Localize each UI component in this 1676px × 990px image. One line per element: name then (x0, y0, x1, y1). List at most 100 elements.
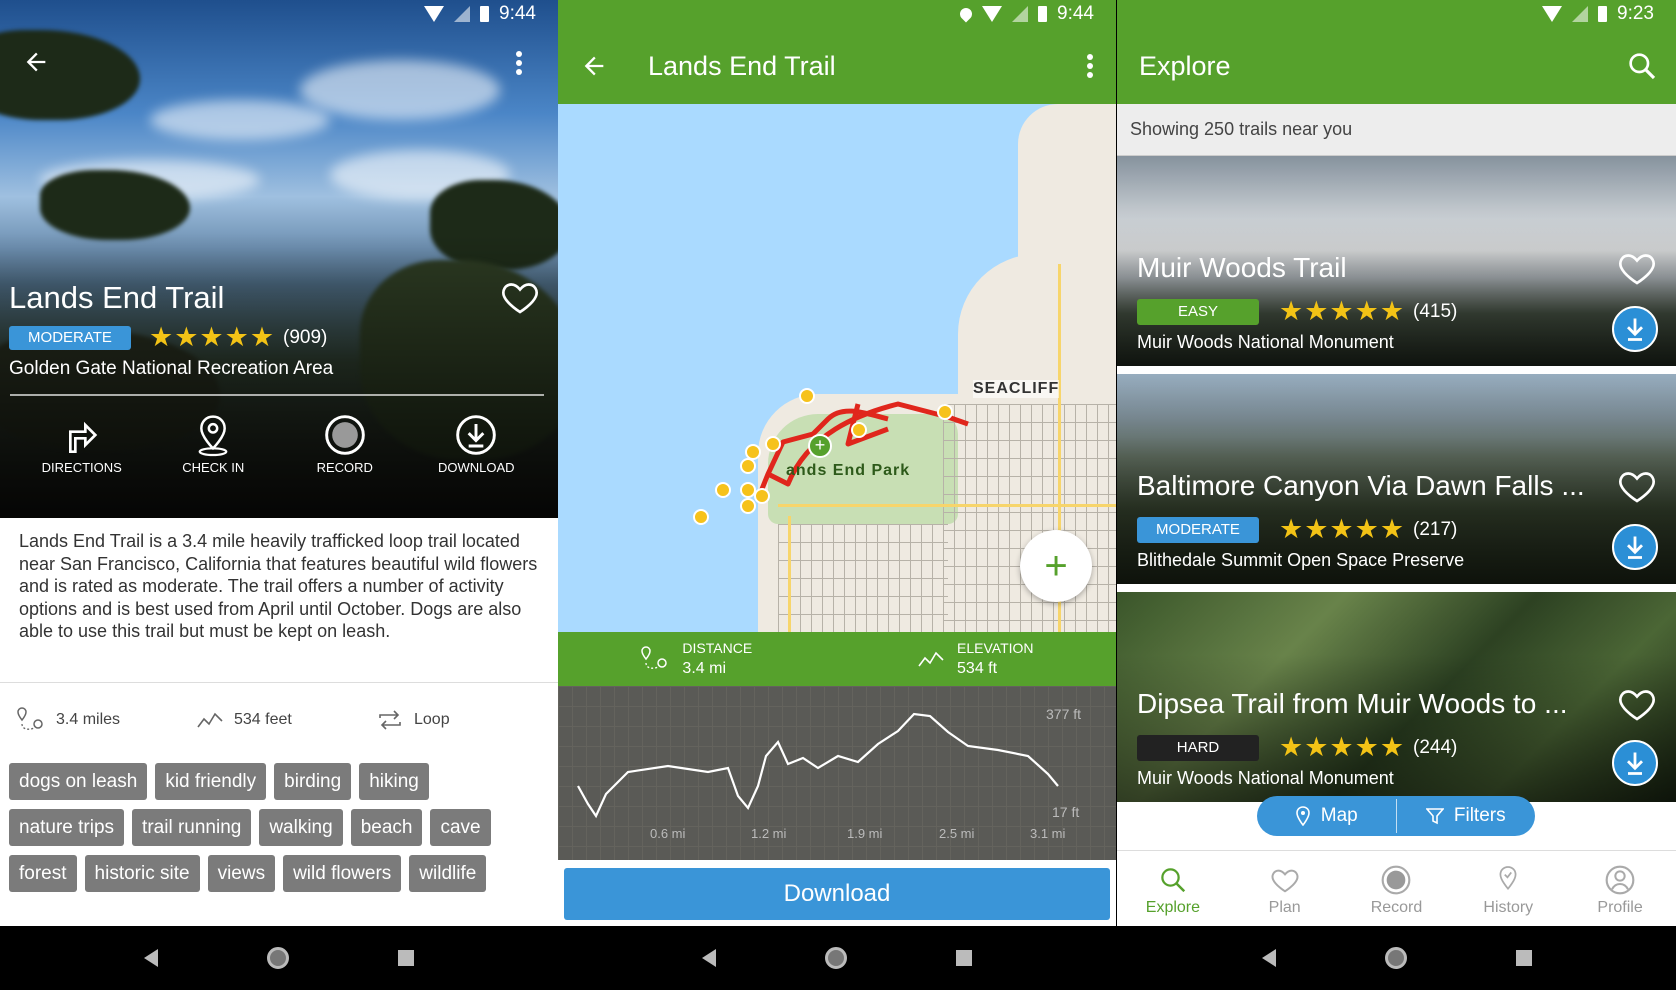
app-bar-title: Lands End Trail (648, 50, 836, 81)
nav-back-icon[interactable] (702, 949, 717, 967)
nav-tab-explore[interactable]: Explore (1123, 861, 1223, 917)
more-options-icon[interactable] (1086, 53, 1094, 79)
tag[interactable]: wild flowers (283, 855, 402, 892)
star-rating: ★★★★★ (1279, 514, 1406, 544)
trail-description: Lands End Trail is a 3.4 mile heavily tr… (19, 531, 538, 641)
check-in-button[interactable]: CHECK IN (158, 410, 268, 500)
nav-home-icon[interactable] (266, 947, 289, 969)
location-pin-icon (198, 415, 228, 457)
tag[interactable]: hiking (359, 763, 429, 800)
profile-x-tick: 2.5 mi (939, 826, 975, 841)
elevation-profile[interactable]: 377 ft 17 ft 0.6 mi 1.2 mi 1.9 mi 2.5 mi… (558, 686, 1116, 860)
back-arrow-icon[interactable] (22, 48, 50, 83)
favorite-heart-icon[interactable] (1616, 466, 1658, 506)
nav-tab-record[interactable]: Record (1346, 861, 1446, 917)
tag[interactable]: historic site (84, 855, 200, 892)
nav-tab-label: Explore (1145, 898, 1201, 916)
status-time: 9:44 (499, 3, 536, 24)
star-rating: ★★★★★ (149, 322, 276, 352)
tag[interactable]: kid friendly (155, 763, 267, 800)
directions-button[interactable]: DIRECTIONS (27, 410, 137, 500)
filters-button[interactable]: Filters (1397, 805, 1536, 827)
status-bar: 9:23 (1117, 0, 1676, 28)
tag[interactable]: wildlife (409, 855, 487, 892)
nav-back-icon[interactable] (1261, 949, 1276, 967)
trail-card[interactable]: Muir Woods Trail EASY ★★★★★ (415) Muir W… (1117, 156, 1676, 366)
favorite-heart-icon[interactable] (1616, 248, 1658, 288)
nav-tab-label: Plan (1268, 898, 1301, 916)
nav-back-icon[interactable] (144, 949, 159, 967)
profile-x-tick: 0.6 mi (650, 826, 686, 841)
star-rating: ★★★★★ (1279, 296, 1406, 326)
action-bar: DIRECTIONS CHECK IN RECORD DOWNLOAD (0, 410, 558, 500)
nav-tab-history[interactable]: History (1458, 861, 1558, 917)
nav-recents-icon[interactable] (955, 950, 972, 966)
wifi-icon (1542, 6, 1563, 22)
trailhead-marker-icon[interactable]: + (808, 434, 832, 458)
star-rating: ★★★★★ (1279, 732, 1406, 762)
zoom-in-button[interactable]: + (1020, 530, 1092, 602)
status-bar: 9:44 (558, 0, 1116, 28)
more-options-icon[interactable] (515, 50, 523, 83)
download-button[interactable]: Download (564, 868, 1110, 920)
nav-recents-icon[interactable] (397, 950, 414, 966)
nav-tab-plan[interactable]: Plan (1235, 861, 1335, 917)
map-filters-toggle: Map Filters (1257, 796, 1535, 836)
tag[interactable]: views (207, 855, 276, 892)
directions-icon (68, 421, 97, 453)
tag[interactable]: forest (9, 855, 77, 892)
distance-value: 3.4 miles (56, 711, 121, 728)
trail-card[interactable]: Dipsea Trail from Muir Woods to ... HARD… (1117, 592, 1676, 802)
distance-value: 3.4 mi (682, 660, 726, 677)
wifi-icon (982, 6, 1003, 22)
trail-name: Baltimore Canyon Via Dawn Falls ... (1137, 470, 1585, 501)
location-pin-icon (1499, 865, 1517, 890)
favorite-heart-icon[interactable] (1616, 684, 1658, 724)
download-button[interactable]: DOWNLOAD (421, 410, 531, 500)
review-count: (244) (1413, 736, 1458, 758)
record-icon (324, 415, 365, 455)
directions-label: DIRECTIONS (41, 460, 122, 475)
trail-card[interactable]: Baltimore Canyon Via Dawn Falls ... MODE… (1117, 374, 1676, 584)
review-count: (415) (1413, 300, 1458, 322)
rating-row: MODERATE ★★★★★ (909) (9, 322, 327, 353)
app-bar-title: Explore (1139, 50, 1231, 81)
tag[interactable]: walking (259, 809, 343, 846)
map-pin-icon (1295, 806, 1310, 826)
nav-tab-profile[interactable]: Profile (1570, 861, 1670, 917)
wifi-icon (424, 6, 445, 22)
search-icon[interactable] (1626, 50, 1658, 82)
tag[interactable]: trail running (132, 809, 252, 846)
tag[interactable]: cave (430, 809, 491, 846)
filters-button-label: Filters (1453, 805, 1506, 826)
tag[interactable]: dogs on leash (9, 763, 148, 800)
tag[interactable]: birding (274, 763, 352, 800)
record-button[interactable]: RECORD (290, 410, 400, 500)
nav-recents-icon[interactable] (1515, 950, 1532, 966)
map-label-park: ands End Park (786, 462, 911, 479)
download-icon[interactable] (1612, 740, 1658, 786)
back-arrow-icon[interactable] (580, 52, 608, 80)
heart-icon (1271, 869, 1299, 892)
profile-x-tick: 3.1 mi (1030, 826, 1066, 841)
nav-home-icon[interactable] (824, 947, 847, 969)
elevation-value: 534 ft (957, 660, 998, 677)
download-icon[interactable] (1612, 306, 1658, 352)
favorite-heart-icon[interactable] (500, 277, 540, 317)
nav-home-icon[interactable] (1384, 947, 1407, 969)
trail-detail-screen: 9:44 Lands End Trail MODERATE ★★★★★ (909… (0, 0, 558, 990)
status-bar: 9:44 (0, 0, 558, 28)
explore-screen: 9:23 Explore Showing 250 trails near you… (1117, 0, 1676, 990)
tag[interactable]: nature trips (9, 809, 125, 846)
trail-map-screen: 9:44 Lands End Trail + SEACLIFF ands End… (558, 0, 1116, 990)
divider (0, 682, 558, 683)
check-in-label: CHECK IN (182, 460, 245, 475)
trail-area: Blithedale Summit Open Space Preserve (1137, 550, 1465, 570)
download-icon[interactable] (1612, 524, 1658, 570)
map-button[interactable]: Map (1257, 805, 1396, 827)
difficulty-badge: MODERATE (9, 325, 131, 350)
trail-area: Muir Woods National Monument (1137, 768, 1394, 788)
distance-label: DISTANCE (682, 640, 753, 656)
tag[interactable]: beach (350, 809, 423, 846)
location-icon (957, 5, 975, 23)
